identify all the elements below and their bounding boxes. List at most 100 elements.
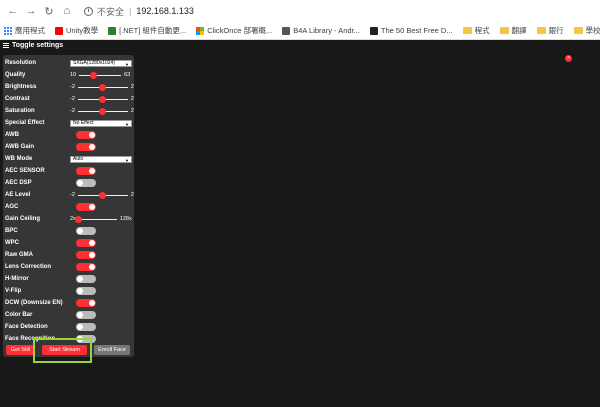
setting-dcw: DCW (Downsize EN) xyxy=(5,298,132,308)
bookmark-folder-school[interactable]: 學校 xyxy=(573,25,600,36)
toggle-knob xyxy=(89,168,95,174)
apps-grid-icon xyxy=(4,26,12,35)
toggle-knob xyxy=(77,180,83,186)
bookmark-label: The 50 Best Free D... xyxy=(380,26,453,35)
bpc-toggle[interactable] xyxy=(76,227,96,235)
setting-agc: AGC xyxy=(5,202,132,212)
h-mirror-toggle[interactable] xyxy=(76,275,96,283)
setting-label: BPC xyxy=(5,228,18,234)
awb-gain-toggle[interactable] xyxy=(76,143,96,151)
url-host: 192.168.1.133 xyxy=(136,6,194,16)
slider-track[interactable] xyxy=(77,107,128,115)
bookmark-folder-translate[interactable]: 翻譯 xyxy=(499,25,527,36)
folder-icon xyxy=(462,27,472,34)
setting-v-flip: V-Flip xyxy=(5,286,132,296)
setting-lens-correction: Lens Correction xyxy=(5,262,132,272)
setting-label: AGC xyxy=(5,204,19,210)
agc-toggle[interactable] xyxy=(76,203,96,211)
toggle-knob xyxy=(77,228,83,234)
range-max: 63 xyxy=(124,72,131,78)
settings-panel: Resolution SXGA(1280x1024) ▼ Quality 10 6… xyxy=(3,55,134,357)
slider-thumb[interactable] xyxy=(75,215,83,223)
raw-gma-toggle[interactable] xyxy=(76,251,96,259)
dropdown-arrow-icon: ▼ xyxy=(125,157,129,163)
contrast-slider[interactable]: -2 2 xyxy=(70,95,134,103)
setting-awb: AWB xyxy=(5,130,132,140)
bookmark-folder-program[interactable]: 程式 xyxy=(462,25,490,36)
toggle-knob xyxy=(89,300,95,306)
home-icon[interactable]: ⌂ xyxy=(60,4,74,18)
slider-thumb[interactable] xyxy=(99,95,107,103)
toggle-settings-label: Toggle settings xyxy=(12,42,64,49)
ae-level-slider[interactable]: -2 2 xyxy=(70,191,134,199)
range-max: 128x xyxy=(119,216,132,222)
range-min: -2 xyxy=(70,84,75,90)
slider-track[interactable] xyxy=(77,191,128,199)
bookmark-b4a[interactable]: B4A Library - Andr... xyxy=(282,26,360,35)
close-icon: × xyxy=(567,55,570,61)
face-detection-toggle[interactable] xyxy=(76,323,96,331)
v-flip-toggle[interactable] xyxy=(76,287,96,295)
awb-toggle[interactable] xyxy=(76,131,96,139)
lens-correction-toggle[interactable] xyxy=(76,263,96,271)
setting-wb-mode: WB Mode Auto ▼ xyxy=(5,154,132,164)
slider-track[interactable] xyxy=(79,71,122,79)
brightness-slider[interactable]: -2 2 xyxy=(70,83,134,91)
start-stream-highlight xyxy=(33,338,92,363)
bookmark-clickonce[interactable]: ClickOnce 部署概... xyxy=(196,25,272,36)
color-bar-toggle[interactable] xyxy=(76,311,96,319)
setting-label: AEC DSP xyxy=(5,180,32,186)
info-icon[interactable]: i xyxy=(84,6,93,16)
quality-slider[interactable]: 10 63 xyxy=(70,71,131,79)
range-min: -2 xyxy=(70,192,75,198)
close-stream-button[interactable]: × xyxy=(565,55,572,62)
setting-label: AEC SENSOR xyxy=(5,168,45,174)
wpc-toggle[interactable] xyxy=(76,239,96,247)
aec-sensor-toggle[interactable] xyxy=(76,167,96,175)
bookmark-folder-bank[interactable]: 銀行 xyxy=(536,25,564,36)
forward-arrow-icon[interactable]: → xyxy=(24,4,38,18)
setting-gain-ceiling: Gain Ceiling 2x 128x xyxy=(5,214,132,224)
back-arrow-icon[interactable]: ← xyxy=(6,4,20,18)
special-effect-select[interactable]: No Effect ▼ xyxy=(70,119,132,127)
bookmark-dotnet[interactable]: [.NET] 組件自動更... xyxy=(108,25,186,36)
slider-thumb[interactable] xyxy=(89,71,97,79)
slider-track[interactable] xyxy=(75,215,117,223)
security-label: 不安全 xyxy=(97,6,125,17)
toggle-knob xyxy=(89,252,95,258)
select-value: Auto xyxy=(73,156,84,162)
dcw-toggle[interactable] xyxy=(76,299,96,307)
toggle-settings[interactable]: Toggle settings xyxy=(3,42,63,49)
url-field[interactable]: i 不安全 | 192.168.1.133 xyxy=(84,5,194,18)
bookmark-label: 應用程式 xyxy=(15,26,45,35)
enroll-face-button[interactable]: Enroll Face xyxy=(94,345,130,355)
get-still-button[interactable]: Get Still xyxy=(6,345,35,355)
setting-label: Saturation xyxy=(5,108,35,114)
bookmark-apps[interactable]: 應用程式 xyxy=(4,25,45,36)
saturation-slider[interactable]: -2 2 xyxy=(70,107,134,115)
setting-face-detection: Face Detection xyxy=(5,322,132,332)
aec-dsp-toggle[interactable] xyxy=(76,179,96,187)
setting-color-bar: Color Bar xyxy=(5,310,132,320)
slider-thumb[interactable] xyxy=(99,83,107,91)
setting-label: Gain Ceiling xyxy=(5,216,41,222)
setting-label: Raw GMA xyxy=(5,252,34,258)
slider-track[interactable] xyxy=(77,83,128,91)
slider-thumb[interactable] xyxy=(99,107,107,115)
gain-ceiling-slider[interactable]: 2x 128x xyxy=(70,215,132,223)
setting-aec-dsp: AEC DSP xyxy=(5,178,132,188)
range-max: 2 xyxy=(130,108,134,114)
reload-icon[interactable]: ↻ xyxy=(42,4,56,18)
bookmark-unity[interactable]: Unity教學 xyxy=(55,25,98,36)
slider-track[interactable] xyxy=(77,95,128,103)
setting-wpc: WPC xyxy=(5,238,132,248)
setting-contrast: Contrast -2 2 xyxy=(5,94,134,104)
bookmark-50best[interactable]: The 50 Best Free D... xyxy=(369,26,453,35)
microsoft-icon xyxy=(196,26,205,35)
toggle-knob xyxy=(77,288,83,294)
slider-thumb[interactable] xyxy=(99,191,107,199)
select-value: No Effect xyxy=(73,120,94,126)
wb-mode-select[interactable]: Auto ▼ xyxy=(70,155,132,163)
resolution-select[interactable]: SXGA(1280x1024) ▼ xyxy=(70,59,132,67)
bookmark-label: Unity教學 xyxy=(66,26,99,35)
